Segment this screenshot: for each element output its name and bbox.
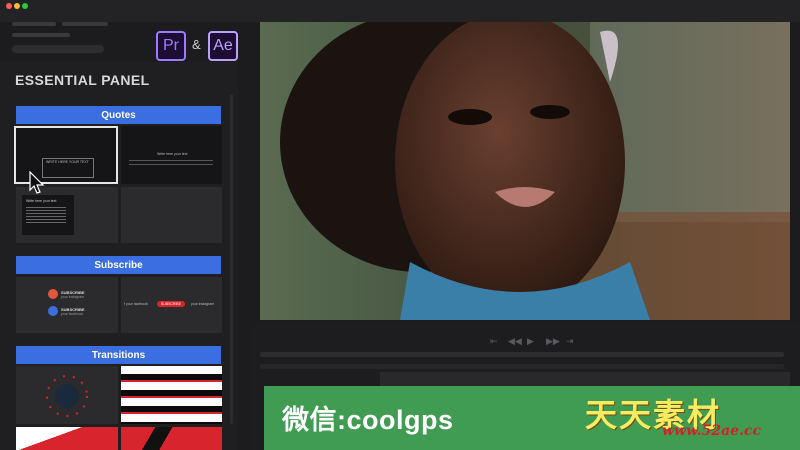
portrait-image (260, 22, 790, 320)
ampersand: & (192, 37, 201, 52)
step-back-icon[interactable]: ◀◀ (508, 336, 522, 347)
timeline-clip-row[interactable] (380, 372, 790, 386)
transition-tile-1[interactable] (16, 366, 118, 424)
section-label: Transitions (91, 349, 146, 361)
play-icon[interactable]: ▶ (527, 336, 534, 347)
transition-tile-3[interactable] (16, 427, 118, 450)
after-effects-badge: Ae (208, 31, 238, 61)
go-to-start-icon[interactable]: ⇤ (490, 336, 498, 347)
subscribe-chip: SUBSCRIBE (157, 301, 185, 307)
quote-tile-text: Write here your text (157, 152, 188, 156)
cursor-arrow-icon (29, 171, 45, 194)
subscribe-chip: your instagram (191, 302, 215, 306)
section-header-transitions[interactable]: Transitions (16, 346, 221, 364)
facebook-icon (48, 306, 58, 316)
step-forward-icon[interactable]: ▶▶ (546, 336, 560, 347)
subscribe-tile-2[interactable]: f your facebook SUBSCRIBE your instagram (121, 277, 222, 333)
quote-tile-text: WRITE HERE YOUR TEXT (46, 160, 89, 164)
transition-tile-2[interactable] (121, 366, 222, 424)
section-header-subscribe[interactable]: Subscribe (16, 256, 221, 274)
quote-tile-3[interactable]: Write here your text (16, 187, 118, 243)
window-minimize-button[interactable] (14, 3, 20, 9)
quote-tile-2[interactable]: Write here your text (121, 126, 222, 184)
placeholder-line (62, 22, 108, 26)
transition-burst-icon (46, 375, 88, 417)
quote-tile-text: Write here your text (26, 199, 57, 203)
wechat-contact: 微信:coolgps (282, 405, 454, 435)
go-to-end-icon[interactable]: ⇥ (566, 336, 574, 347)
instagram-icon (48, 289, 58, 299)
placeholder-line (12, 33, 70, 37)
section-header-quotes[interactable]: Quotes (16, 106, 221, 124)
window-titlebar (0, 0, 800, 22)
premiere-badge: Pr (156, 31, 186, 61)
window-maximize-button[interactable] (22, 3, 28, 9)
placeholder-line (12, 22, 56, 26)
section-label: Quotes (101, 109, 136, 121)
transition-tile-4[interactable] (121, 427, 222, 450)
timeline-scrubber[interactable] (260, 352, 784, 357)
quote-tile-4[interactable] (121, 187, 222, 243)
subscribe-line2: your instagram (61, 295, 85, 299)
window-close-button[interactable] (6, 3, 12, 9)
panel-scrollbar[interactable] (230, 94, 233, 424)
subscribe-line2: your facebook (61, 312, 83, 316)
video-preview[interactable] (260, 22, 790, 320)
subscribe-tile-1[interactable]: SUBSCRIBE your instagram SUBSCRIBE your … (16, 277, 118, 333)
section-label: Subscribe (94, 259, 143, 271)
after-effects-label: Ae (213, 37, 233, 54)
brand-url: www.52ae.cc (662, 423, 762, 439)
panel-title: ESSENTIAL PANEL (15, 72, 150, 88)
timeline-track[interactable] (260, 364, 784, 369)
placeholder-search (12, 45, 104, 53)
premiere-label: Pr (163, 37, 179, 54)
subscribe-chip: f your facebook (124, 302, 148, 306)
